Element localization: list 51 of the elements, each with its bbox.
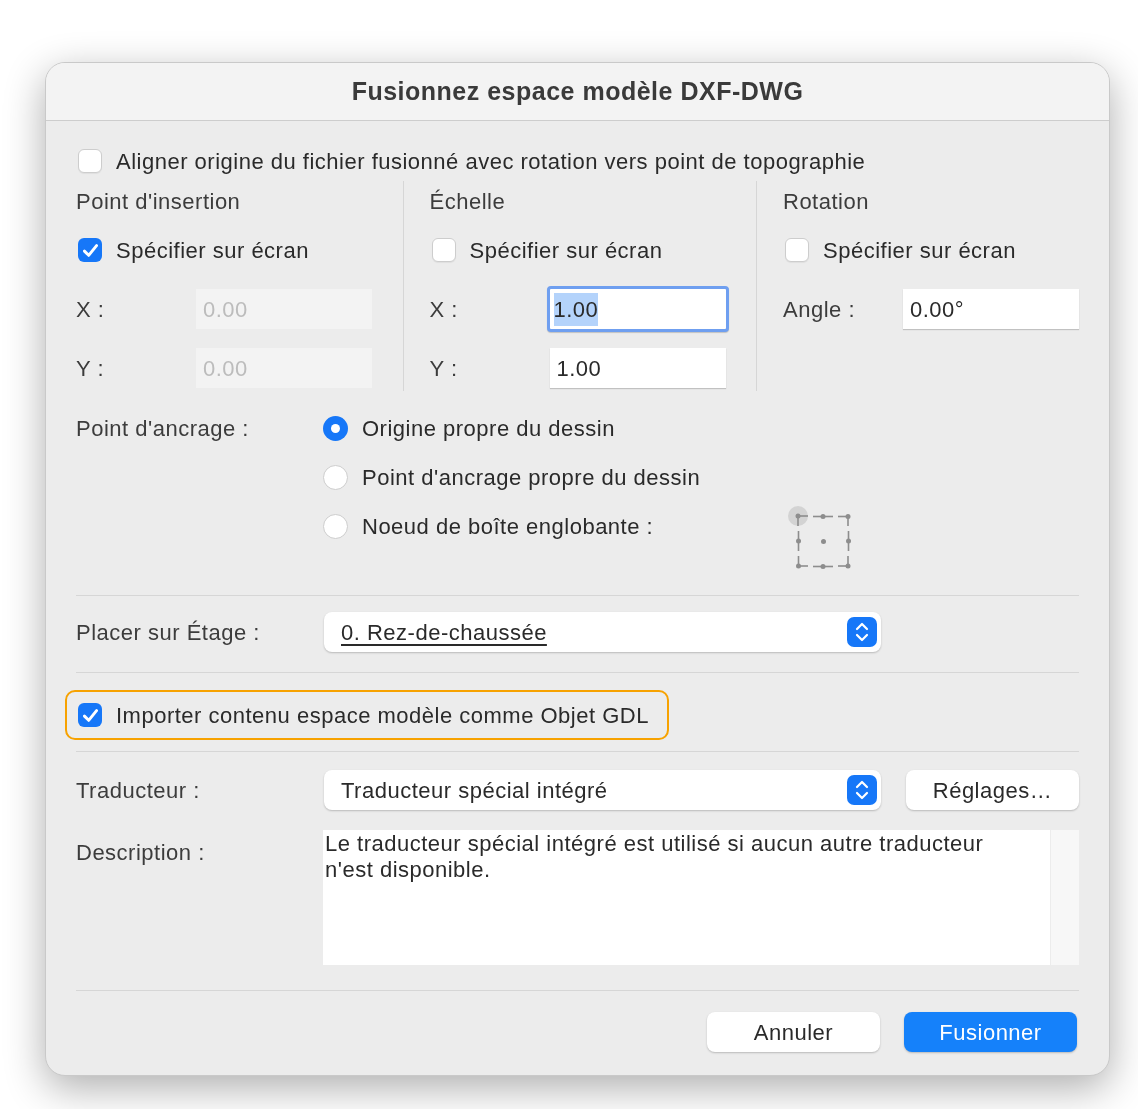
cancel-button[interactable]: Annuler: [707, 1012, 880, 1052]
radio-label: Origine propre du dessin: [362, 414, 615, 443]
checkbox[interactable]: [78, 238, 102, 262]
settings-button[interactable]: Réglages…: [906, 770, 1079, 810]
checkbox[interactable]: [431, 238, 456, 262]
checkbox-label: Spécifier sur écran: [116, 236, 309, 265]
radio-label: Point d'ancrage propre du dessin: [362, 463, 701, 492]
radio-label: Noeud de boîte englobante :: [362, 512, 654, 541]
field-label: Placer sur Étage :: [76, 619, 260, 645]
checkbox-label: Spécifier sur écran: [823, 236, 1016, 265]
checkmark-icon: [82, 708, 98, 722]
radio-button[interactable]: [323, 415, 348, 441]
checkbox[interactable]: [785, 238, 809, 262]
number-field[interactable]: 0.00°: [903, 289, 1079, 329]
checkmark-icon: [82, 243, 98, 257]
field-label: X :: [76, 296, 105, 322]
dropdown[interactable]: 0. Rez-de-chaussée: [324, 612, 881, 652]
anchor-node-icon[interactable]: [788, 506, 808, 526]
field-label: Traducteur :: [76, 777, 200, 803]
checkbox-label: Spécifier sur écran: [469, 236, 663, 265]
checkbox[interactable]: [78, 149, 102, 173]
anchor-node-icon[interactable]: [813, 563, 833, 569]
window-title: Fusionnez espace modèle DXF-DWG: [351, 75, 804, 107]
anchor-node-icon[interactable]: [795, 531, 801, 551]
dropdown[interactable]: Traducteur spécial intégré: [324, 770, 881, 810]
radio-button[interactable]: [323, 464, 348, 490]
section-heading: Échelle: [429, 187, 506, 216]
checkbox-label: Aligner origine du fichier fusionné avec rotation vers point de topographie: [116, 147, 866, 176]
field-label: Angle :: [783, 296, 855, 322]
radio-button[interactable]: [323, 513, 348, 539]
anchor-node-icon[interactable]: [813, 513, 833, 519]
field-label: Point d'ancrage :: [76, 414, 249, 443]
anchor-node-icon[interactable]: [838, 513, 851, 526]
up-down-chevron-icon: [847, 775, 877, 805]
section-heading: Point d'insertion: [76, 187, 241, 216]
anchor-node-icon[interactable]: [838, 556, 851, 569]
field-label: Y :: [76, 355, 104, 381]
checkbox[interactable]: [78, 703, 102, 727]
anchor-node-icon[interactable]: [795, 556, 808, 569]
section-heading: Rotation: [783, 187, 869, 216]
field-label: X :: [429, 296, 458, 322]
up-down-chevron-icon: [847, 617, 877, 647]
checkbox-label: Importer contenu espace modèle comme Objet GDL: [116, 701, 649, 730]
number-field[interactable]: 1.00: [546, 286, 729, 332]
merge-button[interactable]: Fusionner: [904, 1012, 1077, 1052]
field-label: Y :: [429, 355, 458, 381]
anchor-node-icon[interactable]: [820, 538, 826, 544]
description-text: Le traducteur spécial intégré est utilisé si aucun autre traducteur n'est disponible.: [325, 831, 985, 883]
number-field[interactable]: 1.00: [549, 348, 726, 388]
field-label: Description :: [76, 840, 205, 865]
anchor-node-icon[interactable]: [845, 531, 851, 551]
